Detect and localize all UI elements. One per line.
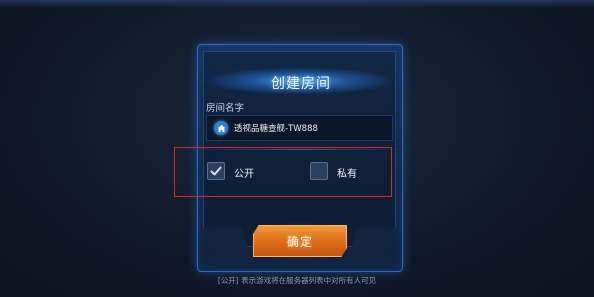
room-name-value: 透视品糖查舰-TW888 [234, 124, 318, 134]
visibility-options-highlight [174, 147, 392, 197]
footer-note: [公开] 表示游戏将在服务器列表中对所有人可见 [217, 276, 377, 285]
room-name-label: 房间名字 [206, 103, 245, 114]
room-name-field[interactable]: 透视品糖查舰-TW888 [206, 115, 393, 141]
top-edge-glow [0, 0, 594, 8]
home-icon [214, 121, 228, 135]
confirm-button[interactable]: 确定 [253, 225, 347, 257]
dialog-title: 创建房间 [271, 76, 331, 92]
